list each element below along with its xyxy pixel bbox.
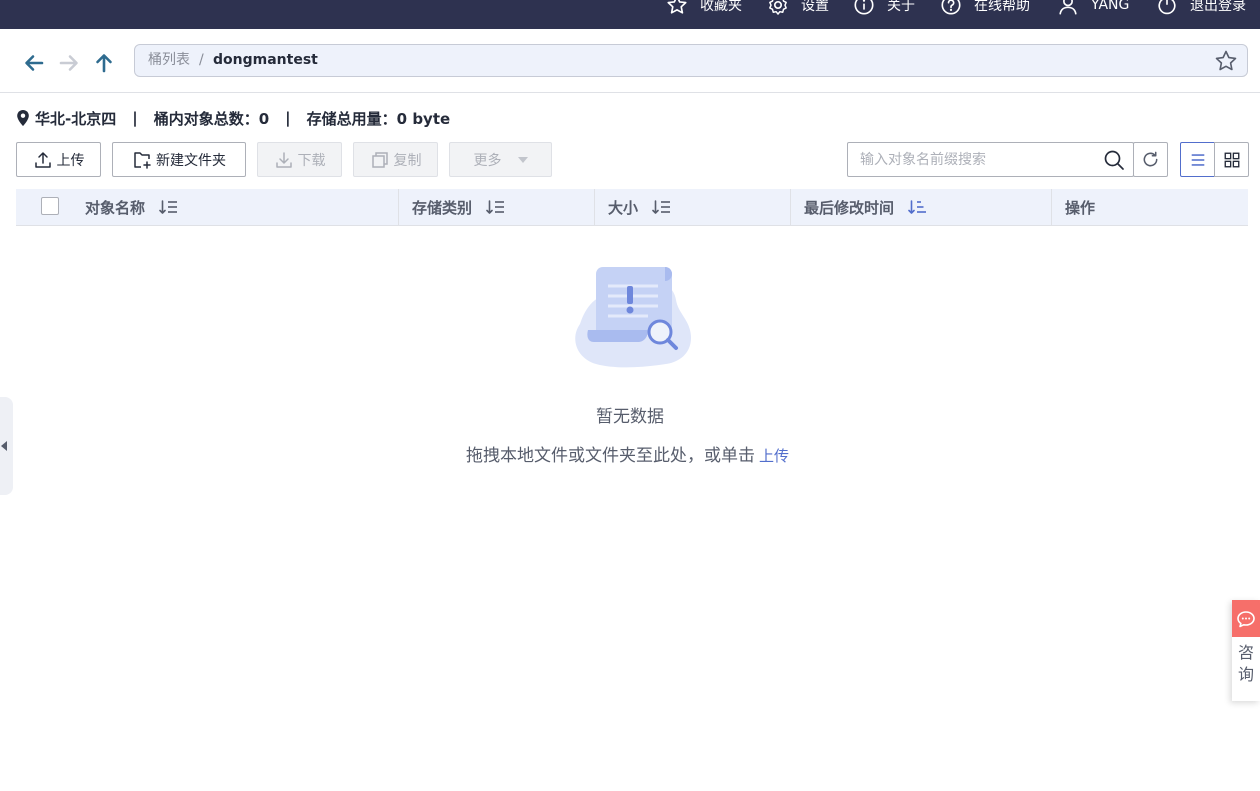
help-icon bbox=[941, 0, 961, 15]
navigation-bar: 桶列表 / dongmantest bbox=[0, 29, 1260, 93]
column-label: 对象名称 bbox=[85, 198, 146, 217]
column-divider[interactable] bbox=[790, 189, 791, 225]
column-divider[interactable] bbox=[1051, 189, 1052, 225]
user-icon bbox=[1059, 0, 1077, 15]
forward-button[interactable] bbox=[56, 50, 82, 76]
caret-down-icon bbox=[517, 156, 528, 163]
info-separator: | bbox=[132, 109, 138, 127]
favorites-menu[interactable]: 收藏夹 bbox=[666, 0, 742, 16]
search-input[interactable] bbox=[848, 143, 1093, 176]
help-label: 在线帮助 bbox=[974, 0, 1030, 14]
arrow-right-icon bbox=[59, 55, 78, 71]
empty-data-illustration bbox=[575, 267, 691, 368]
copy-icon bbox=[371, 151, 388, 168]
refresh-icon bbox=[1143, 151, 1158, 167]
column-divider[interactable] bbox=[398, 189, 399, 225]
column-label: 大小 bbox=[608, 198, 639, 217]
download-icon bbox=[275, 151, 292, 168]
column-header-actions: 操作 bbox=[1065, 189, 1095, 225]
logout-menu[interactable]: 退出登录 bbox=[1156, 0, 1246, 16]
consult-widget[interactable]: 咨询 bbox=[1232, 600, 1260, 701]
consult-label: 咨询 bbox=[1238, 643, 1255, 684]
help-menu[interactable]: 在线帮助 bbox=[940, 0, 1030, 16]
empty-hint-text: 拖拽本地文件或文件夹至此处，或单击 bbox=[466, 446, 755, 466]
breadcrumb-separator: / bbox=[199, 52, 204, 68]
more-dropdown[interactable]: 更多 bbox=[449, 142, 552, 177]
list-view-button[interactable] bbox=[1180, 142, 1215, 177]
refresh-button[interactable] bbox=[1133, 142, 1168, 177]
info-icon bbox=[854, 0, 874, 15]
star-icon bbox=[667, 0, 687, 14]
logout-label: 退出登录 bbox=[1190, 0, 1246, 14]
new-folder-button[interactable]: 新建文件夹 bbox=[112, 142, 246, 177]
upload-button[interactable]: 上传 bbox=[16, 142, 101, 177]
top-bar: 收藏夹 设置 关于 在线帮助 YANG 退出登录 bbox=[0, 0, 1260, 29]
search-box[interactable] bbox=[847, 142, 1134, 177]
empty-state-hint: 拖拽本地文件或文件夹至此处，或单击 上传 bbox=[466, 441, 789, 466]
arrow-left-icon bbox=[25, 55, 44, 71]
new-folder-label: 新建文件夹 bbox=[156, 152, 226, 169]
path-bar[interactable]: 桶列表 / dongmantest bbox=[134, 44, 1248, 77]
empty-state-title: 暂无数据 bbox=[596, 407, 664, 427]
back-button[interactable] bbox=[21, 50, 47, 76]
upload-link[interactable]: 上传 bbox=[759, 447, 789, 465]
new-folder-icon bbox=[134, 151, 151, 169]
arrow-up-icon bbox=[96, 54, 112, 73]
storage-used: 存储总用量：0 byte bbox=[306, 109, 451, 128]
caret-left-icon bbox=[1, 441, 7, 451]
breadcrumb-bucket-list[interactable]: 桶列表 bbox=[148, 45, 190, 76]
column-label: 存储类别 bbox=[412, 198, 473, 217]
copy-label: 复制 bbox=[393, 152, 422, 169]
power-icon bbox=[1158, 0, 1176, 15]
info-separator: | bbox=[285, 109, 291, 127]
favorites-label: 收藏夹 bbox=[700, 0, 742, 14]
copy-button[interactable]: 复制 bbox=[353, 142, 438, 177]
select-all-checkbox[interactable] bbox=[41, 197, 59, 215]
chat-bubble-icon bbox=[1237, 610, 1255, 627]
settings-label: 设置 bbox=[801, 0, 829, 14]
sort-active-icon[interactable] bbox=[908, 199, 928, 215]
column-header-size: 大小 bbox=[608, 189, 672, 225]
sort-icon[interactable] bbox=[486, 199, 506, 215]
settings-menu[interactable]: 设置 bbox=[767, 0, 829, 16]
gear-icon bbox=[769, 0, 787, 15]
location-pin-icon bbox=[17, 110, 29, 126]
column-label: 操作 bbox=[1065, 198, 1096, 217]
column-divider[interactable] bbox=[594, 189, 595, 225]
column-header-last-modified: 最后修改时间 bbox=[804, 189, 928, 225]
upload-label: 上传 bbox=[56, 152, 85, 169]
sort-icon[interactable] bbox=[652, 199, 672, 215]
grid-view-icon bbox=[1224, 152, 1239, 167]
up-button[interactable] bbox=[91, 50, 117, 76]
download-button[interactable]: 下载 bbox=[257, 142, 342, 177]
consult-header bbox=[1232, 600, 1260, 637]
region-label: 华北-北京四 bbox=[35, 109, 117, 128]
more-label: 更多 bbox=[473, 152, 502, 169]
list-view-icon bbox=[1191, 153, 1204, 166]
download-label: 下载 bbox=[297, 152, 326, 169]
about-menu[interactable]: 关于 bbox=[853, 0, 915, 16]
breadcrumb-current: dongmantest bbox=[213, 52, 318, 68]
search-icon[interactable] bbox=[1103, 149, 1125, 171]
about-label: 关于 bbox=[887, 0, 915, 14]
user-name: YANG bbox=[1091, 0, 1130, 13]
column-header-storage-class: 存储类别 bbox=[412, 189, 506, 225]
upload-icon bbox=[34, 151, 51, 168]
user-menu[interactable]: YANG bbox=[1057, 0, 1129, 16]
bucket-info: 华北-北京四 | 桶内对象总数：0 | 存储总用量：0 byte bbox=[16, 107, 450, 129]
sidebar-collapse-handle[interactable] bbox=[0, 397, 13, 495]
object-count: 桶内对象总数：0 bbox=[153, 109, 270, 128]
column-label: 最后修改时间 bbox=[804, 198, 895, 217]
favorite-star-icon[interactable] bbox=[1214, 49, 1238, 73]
sort-icon[interactable] bbox=[159, 199, 179, 215]
object-table-header: 对象名称 存储类别 大小 最后修改时间 操作 bbox=[16, 189, 1248, 226]
grid-view-button[interactable] bbox=[1214, 142, 1249, 177]
column-header-object-name: 对象名称 bbox=[85, 189, 179, 225]
